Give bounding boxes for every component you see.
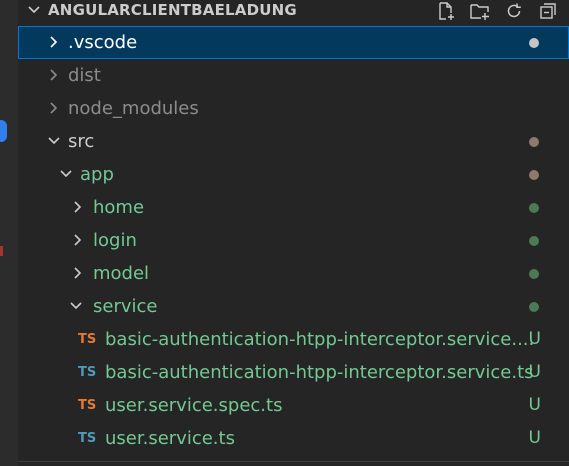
tree-item-node-modules[interactable]: node_modules <box>18 92 569 125</box>
untracked-dot-icon <box>529 236 539 246</box>
chevron-down-icon[interactable] <box>26 2 42 18</box>
tree-item-service[interactable]: service <box>18 290 569 323</box>
collapse-all-icon[interactable] <box>537 0 559 22</box>
chevron-down-icon[interactable] <box>58 166 74 182</box>
tree-item-label: login <box>93 230 137 251</box>
tree-item-vscode[interactable]: .vscode <box>18 26 569 59</box>
tree-item-user-service-spec[interactable]: TS user.service.spec.ts U <box>18 389 569 422</box>
tree-item-model[interactable]: model <box>18 257 569 290</box>
chevron-down-icon[interactable] <box>68 298 84 314</box>
typescript-file-icon: TS <box>78 365 97 380</box>
tree-item-dist[interactable]: dist <box>18 59 569 92</box>
chevron-down-icon[interactable] <box>46 133 62 149</box>
tree-item-interceptor-spec[interactable]: TS basic-authentication-htpp-interceptor… <box>18 323 569 356</box>
untracked-status-badge: U <box>528 428 541 448</box>
tree-item-label: model <box>93 263 150 284</box>
header-actions <box>435 0 559 22</box>
tree-item-login[interactable]: login <box>18 224 569 257</box>
tree-item-label: src <box>68 131 95 152</box>
tree-item-src[interactable]: src <box>18 125 569 158</box>
untracked-status-badge: U <box>528 362 541 382</box>
tree-item-label: home <box>93 197 145 218</box>
tree-item-label: user.service.ts <box>105 428 235 449</box>
chevron-right-icon[interactable] <box>70 232 86 248</box>
activity-bar-edge <box>0 0 18 466</box>
untracked-dot-icon <box>529 269 539 279</box>
chevron-right-icon[interactable] <box>46 67 62 83</box>
tree-item-app[interactable]: app <box>18 158 569 191</box>
error-marker <box>0 246 3 256</box>
untracked-status-badge: U <box>528 395 541 415</box>
untracked-status-badge: U <box>528 329 541 349</box>
chevron-right-icon[interactable] <box>46 34 62 50</box>
tree-item-label: app <box>80 164 114 185</box>
chevron-right-icon[interactable] <box>70 199 86 215</box>
tree-item-user-service[interactable]: TS user.service.ts U <box>18 422 569 455</box>
untracked-dot-icon <box>529 203 539 213</box>
tree-item-label: node_modules <box>68 98 199 119</box>
typescript-test-file-icon: TS <box>78 332 97 347</box>
tree-item-label: .vscode <box>68 32 138 53</box>
modified-dot-icon <box>529 137 539 147</box>
untracked-dot-icon <box>529 302 539 312</box>
tree-item-label: basic-authentication-htpp-interceptor.se… <box>105 329 535 350</box>
new-folder-icon[interactable] <box>469 0 491 22</box>
tree-item-interceptor-service[interactable]: TS basic-authentication-htpp-interceptor… <box>18 356 569 389</box>
modified-dot-icon <box>529 38 539 48</box>
notification-badge <box>0 120 7 142</box>
explorer-section-header[interactable]: ANGULARCLIENTBAELADUNG <box>18 0 569 22</box>
typescript-file-icon: TS <box>78 431 97 446</box>
section-divider <box>18 461 569 462</box>
chevron-right-icon[interactable] <box>70 265 86 281</box>
explorer-section-title: ANGULARCLIENTBAELADUNG <box>48 1 297 19</box>
tree-item-label: dist <box>68 65 101 86</box>
tree-item-label: user.service.spec.ts <box>105 395 283 416</box>
file-tree: .vscode dist node_modules src app home l… <box>18 26 569 455</box>
typescript-test-file-icon: TS <box>78 398 97 413</box>
modified-dot-icon <box>529 170 539 180</box>
tree-item-label: basic-authentication-htpp-interceptor.se… <box>105 362 534 383</box>
explorer-panel: ANGULARCLIENTBAELADUNG .vscode dist node… <box>18 0 569 466</box>
chevron-right-icon[interactable] <box>46 100 62 116</box>
tree-item-home[interactable]: home <box>18 191 569 224</box>
tree-item-label: service <box>93 296 158 317</box>
new-file-icon[interactable] <box>435 0 457 22</box>
refresh-icon[interactable] <box>503 0 525 22</box>
